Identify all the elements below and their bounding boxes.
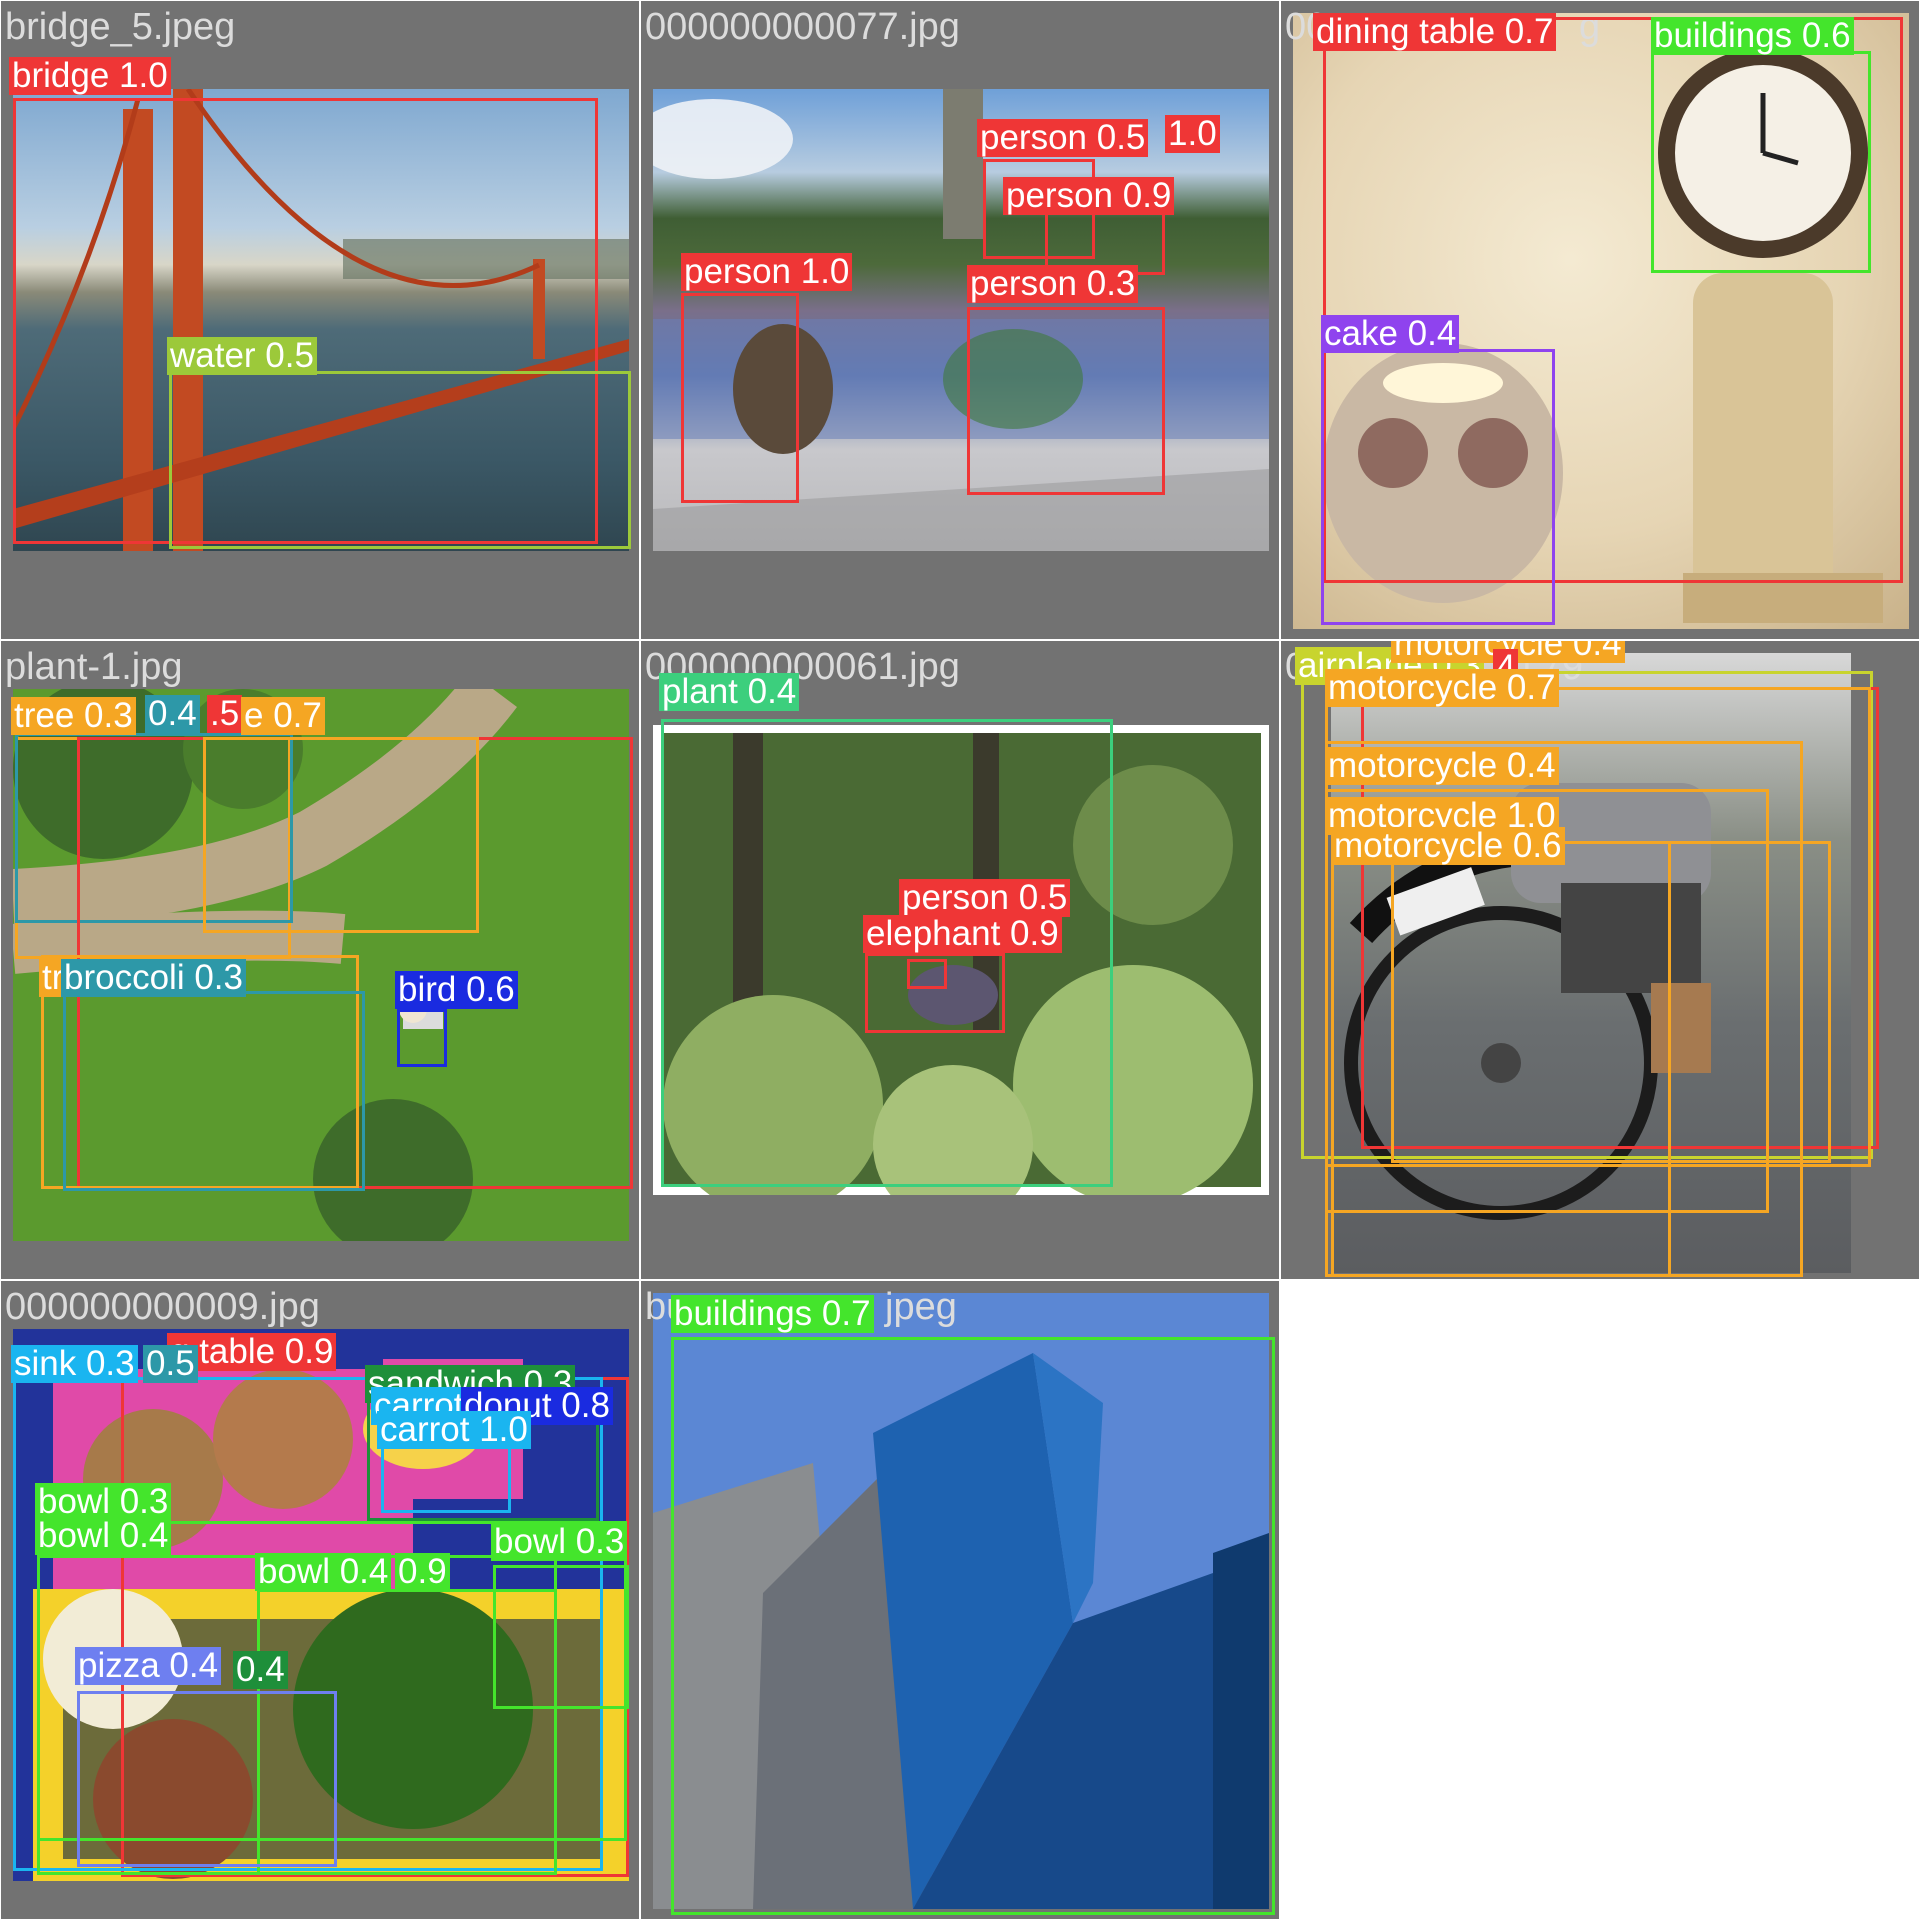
bowl-label: bowl 0.4 bbox=[35, 1517, 172, 1555]
mosaic-tile-bridge: bridge_5.jpeg bridge 1.0 water 0.5 bbox=[0, 0, 640, 640]
tile-filename: 000000000009.jpg bbox=[5, 1286, 320, 1328]
buildings-box bbox=[1651, 51, 1871, 273]
person-label: 1.0 bbox=[1165, 115, 1220, 153]
motorcycle-label: motorcycle 0.4 bbox=[1325, 747, 1559, 785]
dining-table-label: dining table 0.7 bbox=[1313, 13, 1557, 51]
person-label: person 0.9 bbox=[1003, 177, 1175, 215]
person-label: person 0.5 bbox=[899, 879, 1071, 917]
motorcycle-box bbox=[1391, 841, 1831, 1163]
elephant-label: elephant 0.9 bbox=[863, 915, 1062, 953]
person-label: person 0.3 bbox=[967, 265, 1139, 303]
tree-label: tree 0.3 bbox=[11, 697, 136, 735]
tile-filename: bridge_5.jpeg bbox=[5, 6, 236, 48]
plant-label: plant 0.4 bbox=[659, 673, 800, 711]
pizza-box bbox=[77, 1691, 337, 1867]
buildings-label: buildings 0.6 bbox=[1651, 17, 1854, 55]
person-box bbox=[681, 293, 799, 503]
carrot-label: carrot 1.0 bbox=[377, 1411, 531, 1449]
bowl-label: bowl 0.4 bbox=[255, 1553, 392, 1591]
bowl-label: 0.9 bbox=[395, 1553, 450, 1591]
mosaic-tile-buildings: bu jpeg buildings 0.7 bbox=[640, 1280, 1280, 1920]
water-box bbox=[169, 371, 631, 549]
water-label: water 0.5 bbox=[167, 337, 317, 375]
broccoli-label: 0.4 bbox=[145, 695, 200, 733]
tile-filename-tail: jpeg bbox=[885, 1286, 957, 1328]
sink-label: sink 0.3 bbox=[11, 1345, 138, 1383]
tree-box bbox=[203, 737, 479, 933]
tree-label: e 0.7 bbox=[241, 697, 325, 735]
sink-label: 0.5 bbox=[143, 1345, 198, 1383]
pizza-label: pizza 0.4 bbox=[75, 1647, 222, 1685]
elephant-box bbox=[865, 953, 1005, 1033]
broccoli-label: 0.4 bbox=[233, 1651, 288, 1689]
cake-box bbox=[1321, 349, 1555, 625]
person-label: .5 bbox=[207, 695, 243, 733]
bridge-label: bridge 1.0 bbox=[9, 57, 171, 95]
motorcycle-label: motorcycle 0.6 bbox=[1331, 827, 1565, 865]
tile-filename: 000000000077.jpg bbox=[645, 6, 960, 48]
person-label: person 1.0 bbox=[681, 253, 853, 291]
person-box bbox=[967, 307, 1165, 495]
broccoli-box bbox=[63, 991, 365, 1191]
bird-box bbox=[397, 1009, 447, 1067]
motorcycle-label: motorcycle 0.7 bbox=[1325, 669, 1559, 707]
mosaic-tile-jungle: 000000000061.jpg plant 0.4 person 0.5 el… bbox=[640, 640, 1280, 1280]
broccoli-label: broccoli 0.3 bbox=[61, 959, 246, 997]
mosaic-tile-lunchbox: 000000000009.jpg g table 0.9 sink 0.3 0.… bbox=[0, 1280, 640, 1920]
bird-label: bird 0.6 bbox=[395, 971, 518, 1009]
mosaic-tile-clock: 00 g dining table 0.7 buildings 0.6 cake… bbox=[1280, 0, 1920, 640]
buildings-label: buildings 0.7 bbox=[671, 1295, 874, 1333]
mosaic-tile-motorcycle: 0 0.79 airplane 0.3 motorcycle 0.4 4 mot… bbox=[1280, 640, 1920, 1280]
cake-label: cake 0.4 bbox=[1321, 315, 1460, 353]
person-label: person 0.5 bbox=[977, 119, 1149, 157]
mosaic-tile-skatepark: 000000000077.jpg person 1.0 person 0.3 p… bbox=[640, 0, 1280, 640]
buildings-box bbox=[671, 1337, 1275, 1915]
bowl-label: bowl 0.3 bbox=[491, 1523, 628, 1561]
mosaic-tile-garden: plant-1.jpg tree 0.3 0.4 .5 e 0.7 tr bro… bbox=[0, 640, 640, 1280]
tile-filename: plant-1.jpg bbox=[5, 646, 183, 688]
empty-grid-cell bbox=[1280, 1280, 1920, 1920]
